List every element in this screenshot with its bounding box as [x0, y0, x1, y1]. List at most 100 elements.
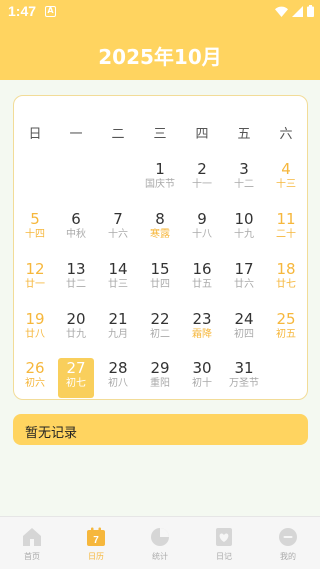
- day-number: 19: [25, 310, 45, 328]
- empty-records-bar: 暂无记录: [13, 414, 308, 445]
- day-cell[interactable]: 24 初四: [226, 309, 262, 349]
- status-bar: 1:47 A: [0, 0, 320, 24]
- day-cell[interactable]: 22 初二: [142, 309, 178, 349]
- tab-profile[interactable]: 我的: [256, 517, 320, 569]
- weekday-header: 三: [153, 127, 167, 142]
- day-number: 2: [197, 160, 207, 178]
- weekday-header: 六: [279, 127, 293, 142]
- lunar-date: 廿二: [66, 279, 86, 290]
- day-cell[interactable]: 12 廿一: [17, 259, 53, 299]
- day-cell[interactable]: 8 寒露: [142, 209, 178, 249]
- day-number: 14: [108, 260, 128, 278]
- home-icon: [23, 528, 41, 546]
- day-cell[interactable]: 28 初八: [100, 358, 136, 398]
- day-number: 10: [234, 210, 254, 228]
- day-cell[interactable]: 30 初十: [184, 358, 220, 398]
- day-cell[interactable]: 15 廿四: [142, 259, 178, 299]
- lunar-date: 廿五: [192, 279, 212, 290]
- lunar-date: 万圣节: [229, 378, 259, 389]
- day-cell[interactable]: 5 十四: [17, 209, 53, 249]
- weekday-header: 五: [237, 127, 251, 142]
- day-number: 4: [281, 160, 291, 178]
- day-cell[interactable]: 11 二十: [268, 209, 304, 249]
- lunar-date: 初八: [108, 378, 128, 389]
- system-icons: [275, 5, 314, 17]
- pie-chart-icon: [151, 528, 169, 546]
- day-cell[interactable]: 1 国庆节: [142, 159, 178, 199]
- day-cell[interactable]: 9 十八: [184, 209, 220, 249]
- day-cell[interactable]: 2 十一: [184, 159, 220, 199]
- lunar-date: 霜降: [192, 329, 212, 340]
- tab-diary-label: 日记: [216, 552, 232, 561]
- calendar-icon-badge: 7: [93, 535, 99, 546]
- day-cell[interactable]: 25 初五: [268, 309, 304, 349]
- tab-diary[interactable]: 日记: [192, 517, 256, 569]
- day-number: 3: [239, 160, 249, 178]
- day-number: 26: [25, 359, 45, 377]
- day-cell[interactable]: 3 十二: [226, 159, 262, 199]
- day-cell[interactable]: 4 十三: [268, 159, 304, 199]
- day-cell[interactable]: 21 九月: [100, 309, 136, 349]
- day-number: 7: [113, 210, 123, 228]
- day-cell[interactable]: 13 廿二: [58, 259, 94, 299]
- day-number: 21: [108, 310, 128, 328]
- lunar-date: 初六: [25, 378, 45, 389]
- day-number: 22: [150, 310, 170, 328]
- lunar-date: 廿九: [66, 329, 86, 340]
- tab-statistics[interactable]: 统计: [128, 517, 192, 569]
- day-number: 30: [192, 359, 212, 377]
- notification-icon: A: [45, 6, 56, 17]
- day-number: 23: [192, 310, 212, 328]
- day-cell[interactable]: 20 廿九: [58, 309, 94, 349]
- day-number: 17: [234, 260, 254, 278]
- day-cell[interactable]: 18 廿七: [268, 259, 304, 299]
- day-number: 11: [276, 210, 296, 228]
- tab-profile-label: 我的: [280, 552, 296, 561]
- day-cell[interactable]: 23 霜降: [184, 309, 220, 349]
- day-cell[interactable]: 16 廿五: [184, 259, 220, 299]
- day-cell[interactable]: 10 十九: [226, 209, 262, 249]
- day-cell[interactable]: 31 万圣节: [226, 358, 262, 398]
- day-number: 27: [66, 359, 86, 377]
- tab-calendar-label: 日历: [88, 552, 104, 561]
- weekday-header: 四: [195, 127, 209, 142]
- month-title[interactable]: 2025年10月: [0, 41, 320, 70]
- day-cell[interactable]: 7 十六: [100, 209, 136, 249]
- lunar-date: 十三: [276, 179, 296, 190]
- lunar-date: 廿一: [25, 279, 45, 290]
- lunar-date: 十二: [234, 179, 254, 190]
- day-cell[interactable]: 14 廿三: [100, 259, 136, 299]
- lunar-date: 二十: [276, 229, 296, 240]
- day-number: 8: [155, 210, 165, 228]
- day-number: 12: [25, 260, 45, 278]
- day-number: 28: [108, 359, 128, 377]
- day-number: 5: [30, 210, 40, 228]
- profile-icon: [279, 528, 297, 546]
- day-cell[interactable]: 29 重阳: [142, 358, 178, 398]
- day-number: 31: [234, 359, 254, 377]
- empty-records-text: 暂无记录: [25, 426, 78, 441]
- signal-icon: [292, 5, 303, 17]
- lunar-date: 十一: [192, 179, 212, 190]
- lunar-date: 重阳: [150, 378, 170, 389]
- day-number: 29: [150, 359, 170, 377]
- weekday-header: 一: [69, 127, 83, 142]
- day-cell[interactable]: 17 廿六: [226, 259, 262, 299]
- lunar-date: 十九: [234, 229, 254, 240]
- tab-home-label: 首页: [24, 552, 40, 561]
- tab-calendar[interactable]: 7 日历: [64, 517, 128, 569]
- lunar-date: 初四: [234, 329, 254, 340]
- lunar-date: 初十: [192, 378, 212, 389]
- lunar-date: 寒露: [150, 229, 170, 240]
- tab-home[interactable]: 首页: [0, 517, 64, 569]
- bottom-tab-bar: 首页 7 日历 统计 日记 我的: [0, 516, 320, 569]
- day-cell-selected[interactable]: 27 初七: [58, 358, 94, 398]
- day-cell[interactable]: 26 初六: [17, 358, 53, 398]
- day-cell[interactable]: 6 中秋: [58, 209, 94, 249]
- lunar-date: 廿四: [150, 279, 170, 290]
- day-number: 16: [192, 260, 212, 278]
- day-cell[interactable]: 19 廿八: [17, 309, 53, 349]
- calendar-icon: 7: [87, 527, 105, 546]
- lunar-date: 中秋: [66, 229, 86, 240]
- lunar-date: 廿三: [108, 279, 128, 290]
